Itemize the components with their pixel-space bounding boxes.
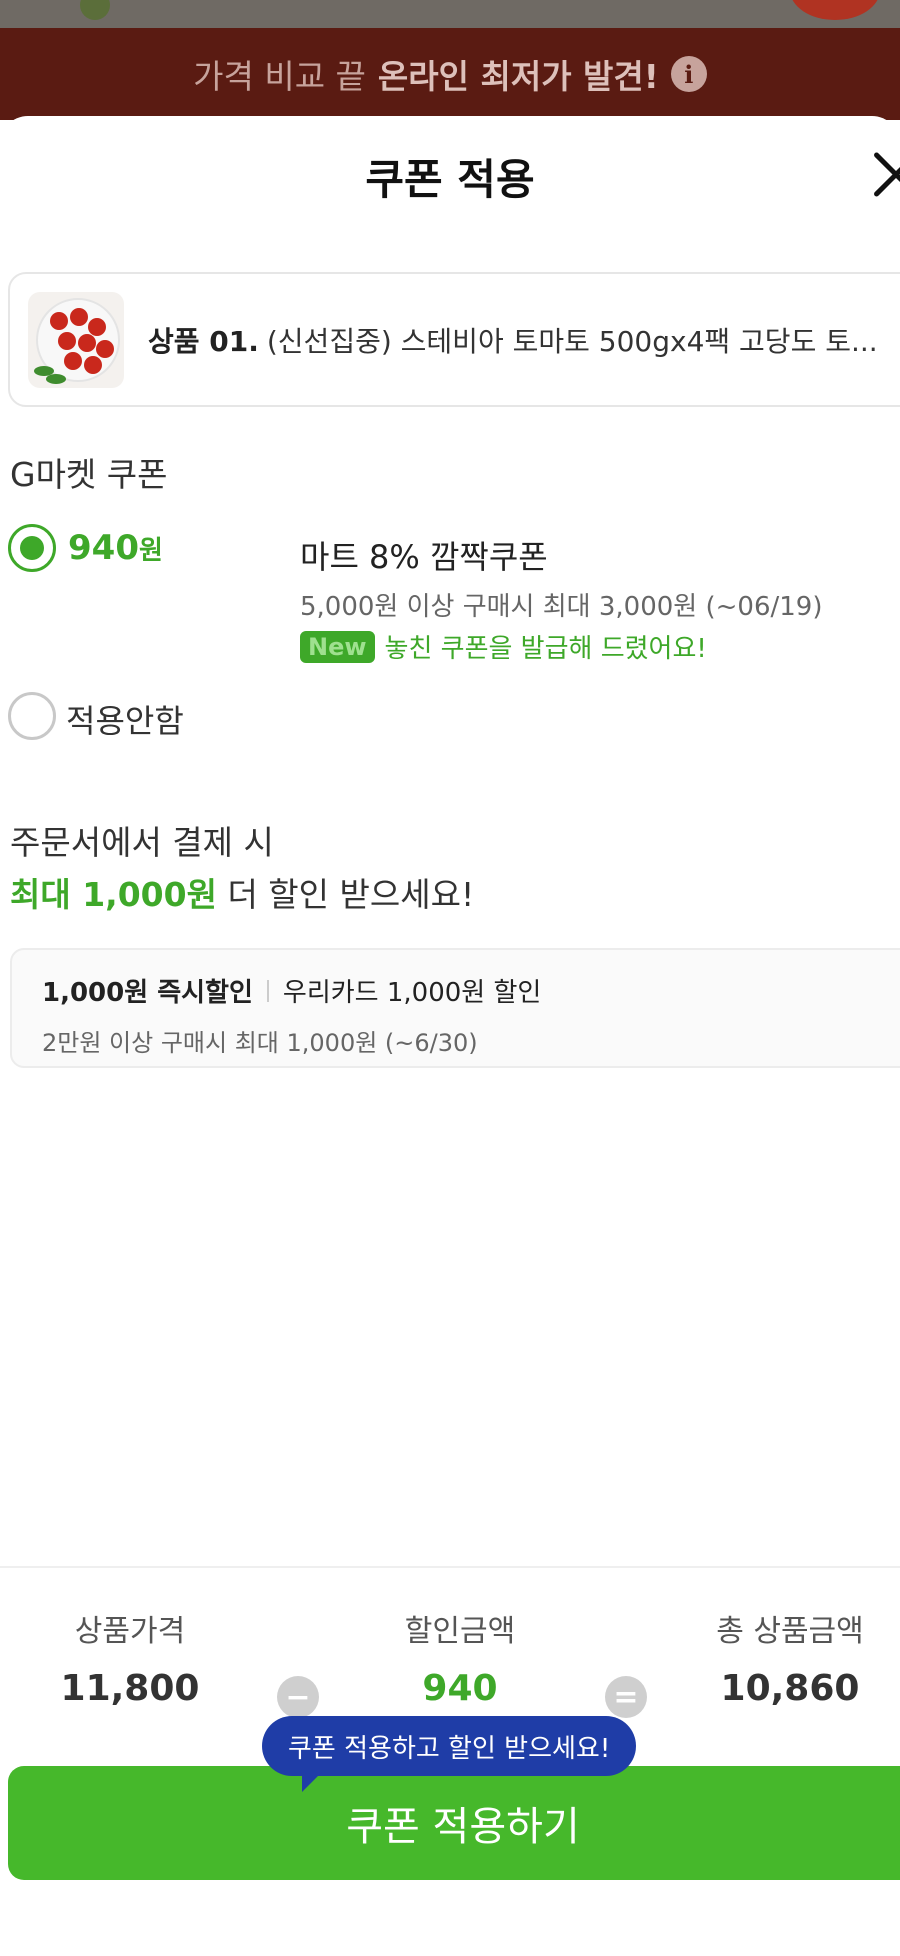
sheet-title: 쿠폰 적용	[365, 155, 535, 204]
card-benefit-condition: 2만원 이상 구매시 최대 1,000원 (~6/30)	[42, 1029, 478, 1057]
summary-discount-value: 940	[422, 1668, 498, 1709]
coupon-radio-selected[interactable]	[8, 524, 56, 572]
coupon-name: 마트 8% 깜짝쿠폰	[300, 538, 548, 576]
coupon-notice: New 놓친 쿠폰을 발급해 드렸어요!	[300, 628, 707, 665]
summary-total-value: 10,860	[720, 1668, 860, 1709]
promo-banner-text: 가격 비교 끝	[193, 57, 366, 96]
minus-icon: −	[277, 1676, 319, 1718]
promo-banner[interactable]: 가격 비교 끝 온라인 최저가 발견! i	[0, 28, 900, 120]
product-thumbnail	[28, 291, 124, 388]
coupon-condition: 5,000원 이상 구매시 최대 3,000원 (~06/19)	[300, 592, 823, 622]
coupon-notice-text: 놓친 쿠폰을 발급해 드렸어요!	[384, 634, 707, 664]
product-card: 상품 01. (신선집중) 스테비아 토마토 500gx4팩 고당도 토...	[8, 272, 900, 407]
summary-discount-label: 할인금액	[404, 1614, 516, 1649]
coupon-sheet: 쿠폰 적용 상품 01. (신선집중) 스테비아 토마토 500gx4팩 고당도 …	[0, 116, 900, 1956]
card-benefit-desc: 우리카드 1,000원 할인	[282, 978, 542, 1008]
backdrop: 가격 비교 끝 온라인 최저가 발견! i	[0, 0, 900, 120]
coupon-amount[interactable]: 940원	[68, 528, 163, 568]
benefit-heading-rest: 더 할인 받으세요!	[216, 875, 475, 914]
summary-price: 상품가격 11,800	[50, 1606, 210, 1709]
divider	[266, 979, 269, 1002]
info-icon[interactable]: i	[670, 56, 707, 92]
benefit-heading-line1: 주문서에서 결제 시	[10, 823, 274, 862]
new-badge: New	[300, 630, 375, 663]
page: 가격 비교 끝 온라인 최저가 발견! i 쿠폰 적용 상품 01. (신선집중…	[0, 0, 900, 1956]
product-title: 상품 01. (신선집중) 스테비아 토마토 500gx4팩 고당도 토...	[148, 320, 878, 360]
benefit-heading-line2: 최대 1,000원 더 할인 받으세요!	[10, 868, 474, 916]
card-benefit-title: 1,000원 즉시할인	[42, 978, 253, 1008]
summary-total-label: 총 상품금액	[716, 1614, 864, 1649]
close-icon[interactable]	[866, 150, 900, 200]
promo-banner-highlight: 온라인 최저가 발견!	[377, 57, 659, 96]
card-benefit-box: 1,000원 즉시할인 우리카드 1,000원 할인 2만원 이상 구매시 최대…	[10, 948, 900, 1068]
summary-total: 총 상품금액 10,860	[690, 1606, 890, 1709]
benefit-max-amount: 최대 1,000원	[10, 875, 217, 914]
coupon-amount-unit: 원	[138, 536, 163, 566]
product-index: 상품 01.	[148, 324, 259, 358]
apply-tooltip: 쿠폰 적용하고 할인 받으세요!	[262, 1716, 637, 1792]
backdrop-product-image	[0, 0, 900, 28]
coupon-amount-value: 940	[68, 528, 139, 568]
apply-coupon-button[interactable]: 쿠폰 적용하기	[8, 1766, 900, 1880]
equals-icon: =	[605, 1676, 647, 1718]
summary-price-label: 상품가격	[74, 1614, 186, 1649]
summary-divider	[0, 1566, 900, 1568]
coupon-none-label[interactable]: 적용안함	[66, 696, 184, 742]
summary-discount: 할인금액 940	[380, 1606, 540, 1709]
card-benefit-title-row: 1,000원 즉시할인 우리카드 1,000원 할인	[42, 972, 888, 1009]
product-name: (신선집중) 스테비아 토마토 500gx4팩 고당도 토...	[266, 324, 878, 358]
summary-price-value: 11,800	[60, 1668, 200, 1709]
coupon-section-title: G마켓 쿠폰	[10, 455, 168, 494]
coupon-radio-none[interactable]	[8, 692, 56, 740]
